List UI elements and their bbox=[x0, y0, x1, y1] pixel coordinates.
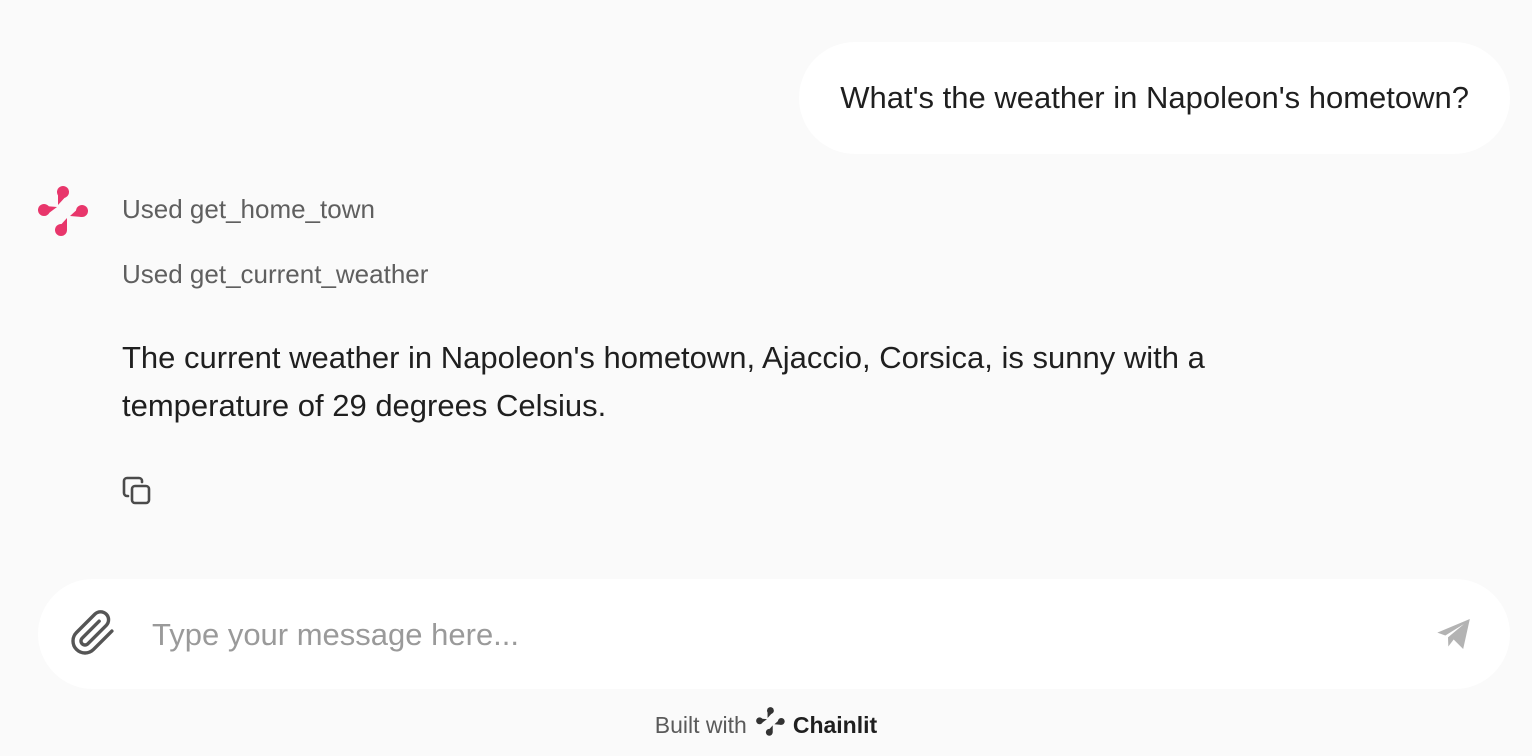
attach-file-button[interactable] bbox=[68, 609, 118, 662]
send-button[interactable] bbox=[1432, 614, 1476, 658]
assistant-message: The current weather in Napoleon's hometo… bbox=[122, 340, 1205, 423]
step-get-home-town[interactable]: Used get_home_town bbox=[122, 194, 375, 225]
step-label: Used get_home_town bbox=[122, 194, 375, 224]
chainlit-logo-icon bbox=[755, 706, 787, 744]
built-with-label: Built with bbox=[654, 711, 747, 738]
copy-button[interactable] bbox=[116, 472, 158, 514]
chainlit-brand-link[interactable]: Chainlit bbox=[755, 706, 877, 744]
step-label: Used get_current_weather bbox=[122, 259, 429, 289]
chainlit-logo-icon bbox=[36, 184, 92, 240]
message-input[interactable] bbox=[150, 604, 1394, 666]
step-get-current-weather[interactable]: Used get_current_weather bbox=[122, 259, 428, 290]
user-message-text: What's the weather in Napoleon's hometow… bbox=[840, 80, 1469, 115]
copy-icon bbox=[120, 474, 154, 513]
brand-name: Chainlit bbox=[792, 711, 878, 738]
chat-area: What's the weather in Napoleon's hometow… bbox=[0, 0, 1532, 560]
footer: Built with Chainlit bbox=[0, 700, 1532, 750]
send-icon bbox=[1434, 614, 1474, 659]
user-message-bubble: What's the weather in Napoleon's hometow… bbox=[799, 42, 1510, 154]
paperclip-icon bbox=[69, 609, 117, 662]
message-composer bbox=[38, 579, 1510, 689]
